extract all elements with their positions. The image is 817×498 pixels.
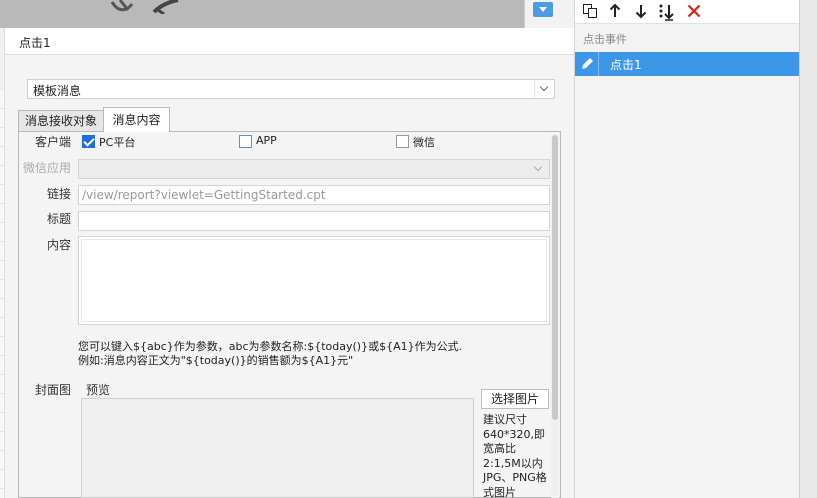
link-placeholder: /view/report?viewlet=GettingStarted.cpt: [82, 188, 326, 202]
pc-platform-checkbox[interactable]: [82, 135, 95, 148]
link-label: 链接: [46, 187, 71, 201]
preview-label: 预览: [86, 383, 111, 397]
cover-image-label: 封面图: [34, 383, 71, 397]
title-input[interactable]: [78, 211, 550, 231]
hint-text-line2: 例如:消息内容正文为"${today()}的销售额为${A1}元": [78, 354, 354, 367]
panel-scrollbar[interactable]: [551, 135, 559, 498]
triangle-down-icon: [539, 7, 547, 12]
event-item-label: 点击1: [610, 58, 642, 72]
content-textarea[interactable]: [78, 236, 550, 325]
chevron-down-icon[interactable]: [534, 80, 554, 98]
event-panel: 点击事件 点击1: [574, 0, 800, 498]
client-label: 客户端: [34, 135, 71, 149]
event-toolbar: [575, 0, 800, 24]
scrollbar-thumb[interactable]: [552, 135, 558, 420]
wechat-checkbox[interactable]: [396, 135, 409, 148]
link-input[interactable]: /view/report?viewlet=GettingStarted.cpt: [78, 185, 550, 205]
hint-text-line1: 您可以键入${abc}作为参数，abc为参数名称:${today()}或${A1…: [78, 340, 463, 353]
wechat-label: 微信: [413, 136, 435, 149]
delete-icon[interactable]: [685, 3, 703, 21]
dialog-header: 点击1: [5, 28, 574, 55]
arrow-up-icon[interactable]: [606, 3, 624, 21]
message-type-select[interactable]: 模板消息: [27, 79, 555, 99]
canvas-sketch: [110, 0, 179, 14]
choose-image-button[interactable]: 选择图片: [481, 389, 549, 409]
app-checkbox[interactable]: [239, 135, 252, 148]
wechat-app-label: 微信应用: [22, 161, 71, 175]
message-type-value: 模板消息: [33, 84, 82, 98]
tab-message-receivers[interactable]: 消息接收对象: [18, 110, 104, 132]
canvas-dropdown-button[interactable]: [533, 2, 553, 17]
title-label: 标题: [46, 212, 71, 226]
wechat-app-select[interactable]: [78, 159, 550, 179]
app-label: APP: [256, 134, 277, 147]
pencil-icon[interactable]: [575, 52, 599, 76]
window-edge: [799, 0, 817, 498]
arrow-down-icon[interactable]: [632, 3, 650, 21]
chevron-down-icon: [529, 160, 549, 178]
canvas-background: [0, 0, 575, 28]
content-label: 内容: [46, 238, 71, 252]
pc-platform-label: PC平台: [99, 136, 136, 149]
tab-message-content[interactable]: 消息内容: [103, 107, 170, 132]
click-events-title: 点击事件: [583, 33, 627, 46]
copy-icon[interactable]: [581, 3, 599, 21]
cover-preview-area: [81, 398, 474, 498]
event-list-item[interactable]: 点击1: [575, 52, 800, 76]
image-size-note: 建议尺寸640*320,即宽高比2:1,5M以内JPG、PNG格式图片: [483, 413, 547, 498]
move-bottom-icon[interactable]: [658, 3, 676, 21]
dialog-title: 点击1: [19, 36, 51, 50]
